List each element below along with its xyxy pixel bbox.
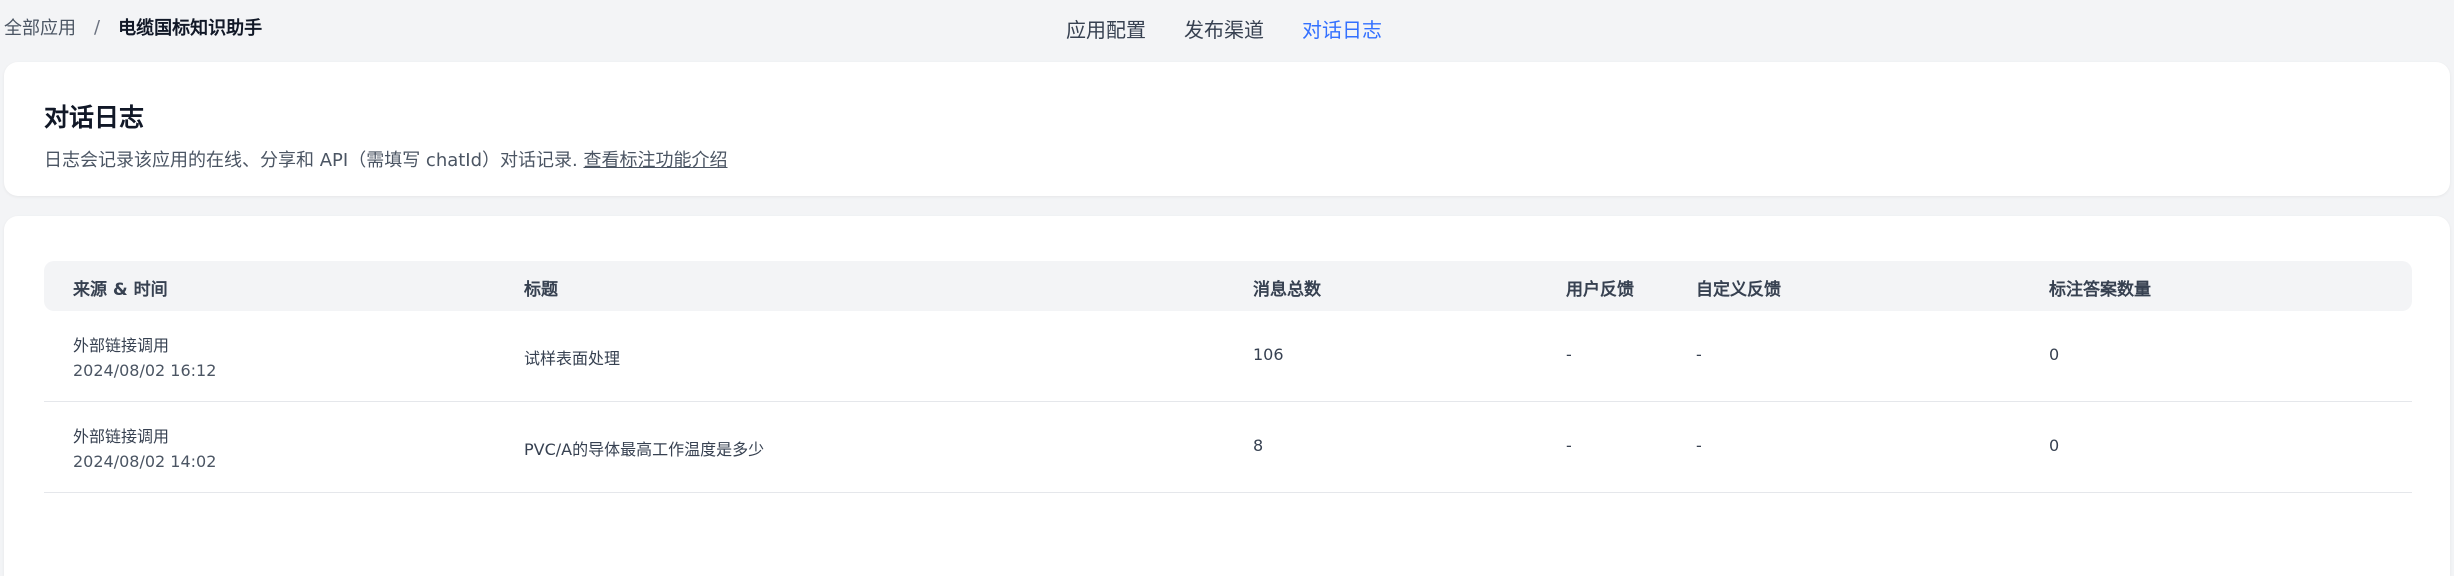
top-bar: 全部应用 / 电缆国标知识助手 应用配置 发布渠道 对话日志 — [0, 0, 2454, 62]
table-row[interactable]: 外部链接调用 2024/08/02 16:12 试样表面处理 106 - - 0 — [44, 311, 2412, 402]
row-title: PVC/A的导体最高工作温度是多少 — [524, 440, 765, 459]
tab-app-config[interactable]: 应用配置 — [1066, 14, 1146, 43]
page-description: 日志会记录该应用的在线、分享和 API（需填写 chatId）对话记录. 查看标… — [44, 146, 728, 172]
row-source-time: 外部链接调用 2024/08/02 14:02 — [73, 424, 216, 474]
breadcrumb: 全部应用 / 电缆国标知识助手 — [4, 14, 262, 40]
table-row[interactable]: 外部链接调用 2024/08/02 14:02 PVC/A的导体最高工作温度是多… — [44, 402, 2412, 493]
row-source: 外部链接调用 — [73, 336, 170, 355]
row-time: 2024/08/02 14:02 — [73, 452, 217, 471]
header-user-feedback: 用户反馈 — [1566, 280, 1634, 300]
row-annotation-count: 0 — [2049, 345, 2060, 364]
tab-chat-logs[interactable]: 对话日志 — [1302, 14, 1382, 43]
row-message-count: 8 — [1253, 436, 1264, 455]
row-custom-feedback: - — [1696, 436, 1702, 455]
table-header: 来源 & 时间 标题 消息总数 用户反馈 自定义反馈 标注答案数量 — [44, 261, 2412, 311]
header-message-count: 消息总数 — [1253, 280, 1321, 300]
header-custom-feedback: 自定义反馈 — [1696, 280, 1781, 300]
annotation-docs-link[interactable]: 查看标注功能介绍 — [584, 150, 728, 171]
header-title: 标题 — [524, 280, 558, 300]
row-source: 外部链接调用 — [73, 427, 170, 446]
row-title: 试样表面处理 — [524, 349, 621, 368]
description-text: 日志会记录该应用的在线、分享和 API（需填写 chatId）对话记录. — [44, 150, 578, 171]
row-custom-feedback: - — [1696, 345, 1702, 364]
header-source-time: 来源 & 时间 — [73, 280, 168, 300]
header-annotation-count: 标注答案数量 — [2049, 280, 2151, 300]
row-user-feedback: - — [1566, 436, 1572, 455]
row-user-feedback: - — [1566, 345, 1572, 364]
breadcrumb-current-app: 电缆国标知识助手 — [118, 18, 263, 39]
page-title: 对话日志 — [44, 103, 145, 132]
tab-publish-channels[interactable]: 发布渠道 — [1184, 14, 1264, 43]
nav-tabs: 应用配置 发布渠道 对话日志 — [1066, 14, 1382, 43]
row-annotation-count: 0 — [2049, 436, 2060, 455]
logs-table-card: 来源 & 时间 标题 消息总数 用户反馈 自定义反馈 标注答案数量 外部链接调用… — [4, 216, 2450, 576]
breadcrumb-all-apps[interactable]: 全部应用 — [4, 14, 76, 40]
row-message-count: 106 — [1253, 345, 1284, 364]
breadcrumb-separator: / — [94, 16, 101, 38]
logs-table: 来源 & 时间 标题 消息总数 用户反馈 自定义反馈 标注答案数量 外部链接调用… — [44, 261, 2412, 493]
row-time: 2024/08/02 16:12 — [73, 361, 217, 380]
row-source-time: 外部链接调用 2024/08/02 16:12 — [73, 333, 216, 383]
intro-card: 对话日志 日志会记录该应用的在线、分享和 API（需填写 chatId）对话记录… — [4, 62, 2450, 196]
